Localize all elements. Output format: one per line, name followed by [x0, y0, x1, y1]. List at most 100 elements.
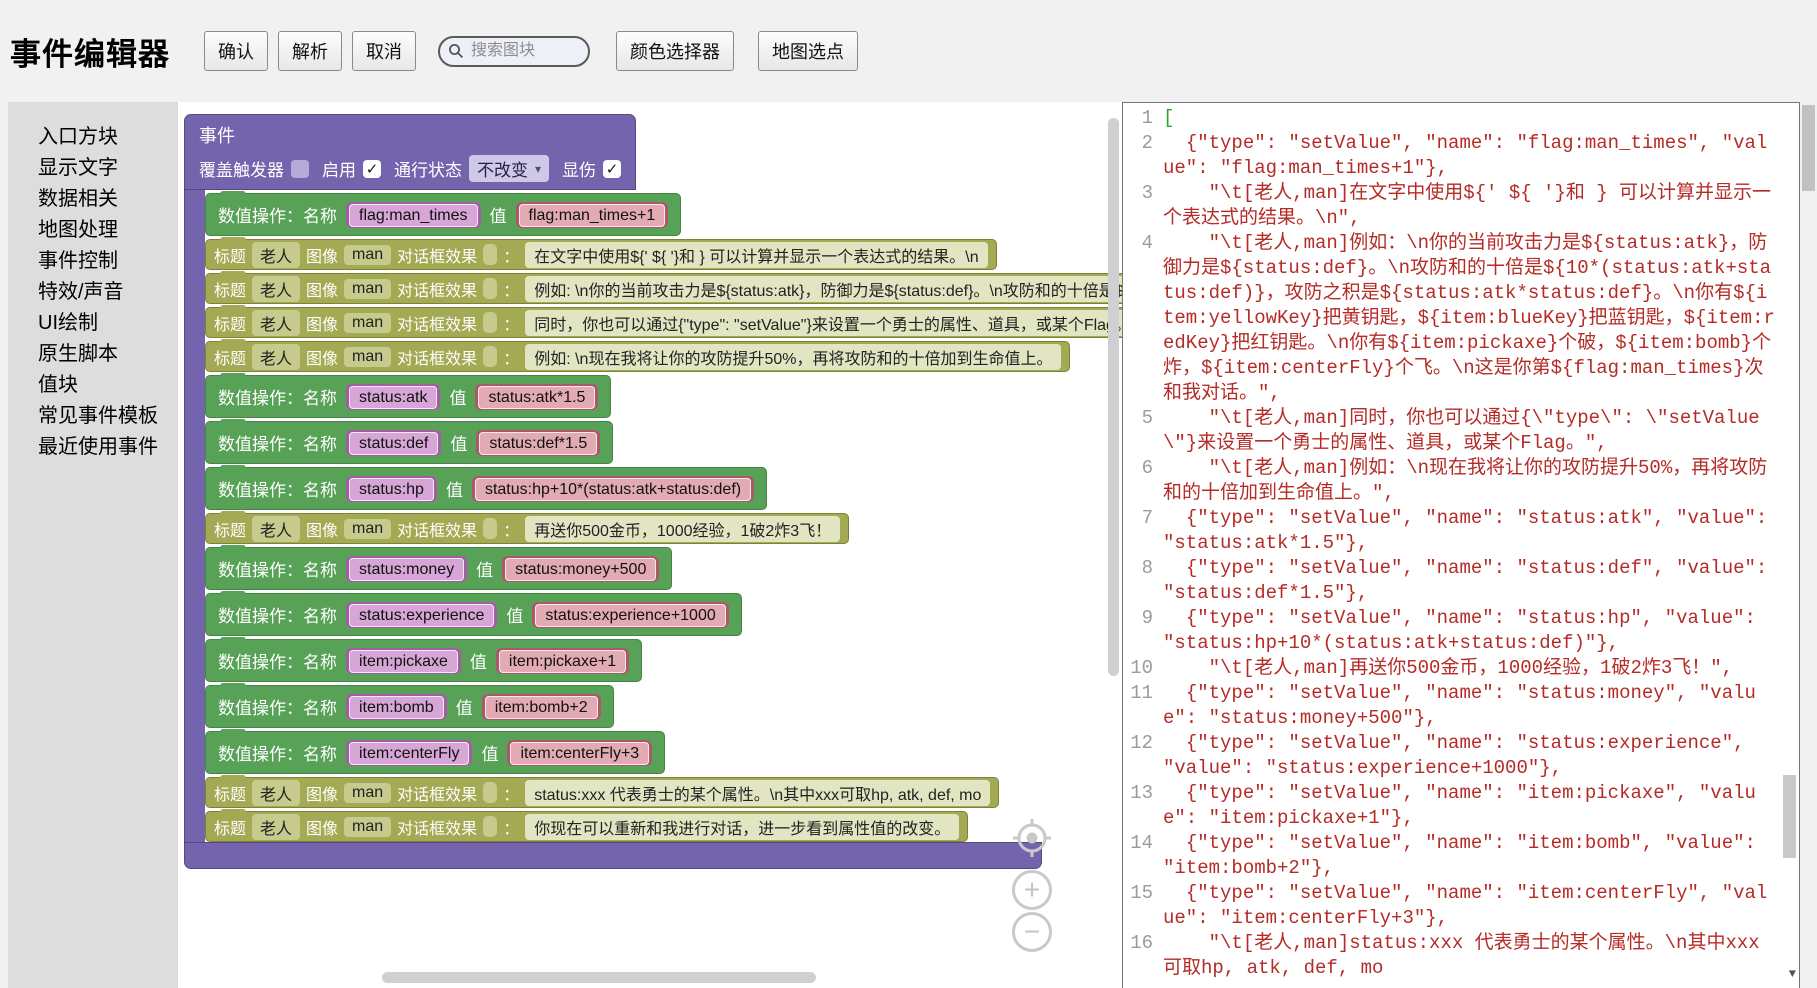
sidebar-item-10[interactable]: 常见事件模板: [8, 401, 178, 432]
setvalue-block[interactable]: 数值操作：名称item:bomb值item:bomb+2: [205, 685, 614, 728]
code-text[interactable]: {"type": "setValue", "name": "item:picka…: [1163, 781, 1799, 831]
value-slot-value[interactable]: flag:man_times+1: [519, 204, 666, 227]
unchecked-checkbox[interactable]: [291, 160, 309, 178]
sidebar-item-4[interactable]: 地图处理: [8, 215, 178, 246]
name-slot[interactable]: item:centerFly: [346, 740, 472, 766]
value-slot[interactable]: item:pickaxe+1: [496, 648, 629, 674]
image-field[interactable]: man: [344, 347, 391, 367]
checked-checkbox[interactable]: ✓: [363, 160, 381, 178]
speaker-field[interactable]: 老人: [252, 814, 300, 840]
dialog-effect-slot[interactable]: [483, 244, 497, 265]
dialog-title-block[interactable]: 标题老人图像man对话框效果：再送你500金币，1000经验，1破2炸3飞！: [205, 513, 849, 544]
speaker-field[interactable]: 老人: [252, 780, 300, 806]
map-pick-button[interactable]: 地图选点: [758, 31, 858, 71]
dialog-effect-slot[interactable]: [483, 816, 497, 837]
code-text[interactable]: [: [1163, 106, 1799, 131]
dialog-title-block[interactable]: 标题老人图像man对话框效果：同时，你也可以通过{"type": "setVal…: [205, 307, 1122, 338]
code-text[interactable]: {"type": "setValue", "name": "status:hp"…: [1163, 606, 1799, 656]
code-text[interactable]: {"type": "setValue", "name": "status:mon…: [1163, 681, 1799, 731]
code-text[interactable]: {"type": "setValue", "name": "item:bomb"…: [1163, 831, 1799, 881]
dialog-text-field[interactable]: 例如: \n现在我将让你的攻防提升50%，再将攻防和的十倍加到生命值上。: [525, 344, 1061, 370]
code-text[interactable]: "\t[老人,man]例如：\n你的当前攻击力是${status:atk}，防御…: [1163, 231, 1799, 406]
passability-dropdown[interactable]: 不改变▾: [469, 155, 549, 182]
setvalue-block[interactable]: 数值操作：名称status:money值status:money+500: [205, 547, 672, 590]
name-slot-value[interactable]: status:atk: [349, 386, 437, 409]
name-slot-value[interactable]: item:centerFly: [349, 742, 469, 765]
code-text[interactable]: "\t[老人,man]同时，你也可以通过{\"type\": \"setValu…: [1163, 406, 1799, 456]
value-slot[interactable]: status:experience+1000: [532, 602, 728, 628]
image-field[interactable]: man: [344, 783, 391, 803]
name-slot-value[interactable]: item:pickaxe: [349, 650, 458, 673]
dialog-effect-slot[interactable]: [483, 782, 497, 803]
value-slot[interactable]: item:bomb+2: [482, 694, 601, 720]
value-slot[interactable]: status:def*1.5: [476, 430, 600, 456]
dialog-effect-slot[interactable]: [483, 312, 497, 333]
speaker-field[interactable]: 老人: [252, 276, 300, 302]
value-slot-value[interactable]: status:def*1.5: [479, 432, 597, 455]
name-slot[interactable]: status:def: [346, 430, 441, 456]
window-scrollbar-thumb[interactable]: [1802, 105, 1815, 191]
sidebar-item-3[interactable]: 数据相关: [8, 184, 178, 215]
name-slot-value[interactable]: status:hp: [349, 478, 434, 501]
name-slot-value[interactable]: status:money: [349, 558, 464, 581]
name-slot[interactable]: flag:man_times: [346, 202, 481, 228]
value-slot[interactable]: status:atk*1.5: [475, 384, 598, 410]
workspace-vertical-scrollbar[interactable]: [1108, 118, 1119, 676]
search-box[interactable]: [438, 36, 590, 67]
name-slot-value[interactable]: status:def: [349, 432, 438, 455]
name-slot[interactable]: item:bomb: [346, 694, 447, 720]
confirm-button[interactable]: 确认: [204, 31, 268, 71]
sidebar-item-7[interactable]: UI绘制: [8, 308, 178, 339]
dialog-effect-slot[interactable]: [483, 278, 497, 299]
code-text[interactable]: "\t[老人,man]status:xxx 代表勇士的某个属性。\n其中xxx可…: [1163, 931, 1799, 981]
value-slot-value[interactable]: status:atk*1.5: [478, 386, 595, 409]
value-slot[interactable]: flag:man_times+1: [516, 202, 669, 228]
parse-button[interactable]: 解析: [278, 31, 342, 71]
sidebar-item-9[interactable]: 值块: [8, 370, 178, 401]
dialog-text-field[interactable]: status:xxx 代表勇士的某个属性。\n其中xxx可取hp, atk, d…: [525, 780, 990, 806]
code-text[interactable]: {"type": "setValue", "name": "status:atk…: [1163, 506, 1799, 556]
name-slot[interactable]: status:money: [346, 556, 467, 582]
image-field[interactable]: man: [344, 519, 391, 539]
sidebar-item-8[interactable]: 原生脚本: [8, 339, 178, 370]
value-slot-value[interactable]: status:money+500: [505, 558, 656, 581]
workspace-horizontal-scrollbar[interactable]: [382, 972, 816, 983]
code-text[interactable]: {"type": "setValue", "name": "status:def…: [1163, 556, 1799, 606]
zoom-out-button[interactable]: −: [1012, 912, 1052, 952]
setvalue-block[interactable]: 数值操作：名称status:atk值status:atk*1.5: [205, 375, 611, 418]
dialog-title-block[interactable]: 标题老人图像man对话框效果：例如: \n现在我将让你的攻防提升50%，再将攻防…: [205, 341, 1070, 372]
image-field[interactable]: man: [344, 245, 391, 265]
scroll-down-arrow-icon[interactable]: ▼: [1789, 962, 1796, 987]
sidebar-item-1[interactable]: 入口方块: [8, 122, 178, 153]
event-block[interactable]: 事件 覆盖触发器启用✓通行状态不改变▾显伤✓ 数值操作：名称flag:man_t…: [184, 114, 1122, 869]
dialog-effect-slot[interactable]: [483, 346, 497, 367]
code-scrollbar-thumb[interactable]: [1783, 775, 1796, 858]
dialog-text-field[interactable]: 在文字中使用${' ${ '}和 } 可以计算并显示一个表达式的结果。\n: [525, 242, 987, 268]
code-text[interactable]: "\t[老人,man]例如：\n现在我将让你的攻防提升50%，再将攻防和的十倍加…: [1163, 456, 1799, 506]
value-slot-value[interactable]: status:experience+1000: [535, 604, 725, 627]
speaker-field[interactable]: 老人: [252, 310, 300, 336]
dialog-effect-slot[interactable]: [483, 518, 497, 539]
setvalue-block[interactable]: 数值操作：名称item:pickaxe值item:pickaxe+1: [205, 639, 642, 682]
name-slot-value[interactable]: flag:man_times: [349, 204, 478, 227]
search-input[interactable]: [469, 41, 579, 61]
checked-checkbox[interactable]: ✓: [603, 160, 621, 178]
event-block-header[interactable]: 事件 覆盖触发器启用✓通行状态不改变▾显伤✓: [184, 114, 636, 190]
dialog-title-block[interactable]: 标题老人图像man对话框效果：status:xxx 代表勇士的某个属性。\n其中…: [205, 777, 999, 808]
value-slot[interactable]: status:money+500: [502, 556, 659, 582]
dialog-title-block[interactable]: 标题老人图像man对话框效果：你现在可以重新和我进行对话，进一步看到属性值的改变…: [205, 811, 968, 842]
setvalue-block[interactable]: 数值操作：名称status:experience值status:experien…: [205, 593, 742, 636]
event-json-editor[interactable]: ▼ 1[2 {"type": "setValue", "name": "flag…: [1122, 102, 1800, 988]
name-slot[interactable]: status:atk: [346, 384, 440, 410]
code-text[interactable]: {"type": "setValue", "name": "flag:man_t…: [1163, 131, 1799, 181]
sidebar-item-6[interactable]: 特效/声音: [8, 277, 178, 308]
dialog-title-block[interactable]: 标题老人图像man对话框效果：例如: \n你的当前攻击力是${status:at…: [205, 273, 1122, 304]
setvalue-block[interactable]: 数值操作：名称item:centerFly值item:centerFly+3: [205, 731, 665, 774]
name-slot-value[interactable]: status:experience: [349, 604, 494, 627]
setvalue-block[interactable]: 数值操作：名称status:def值status:def*1.5: [205, 421, 613, 464]
sidebar-item-5[interactable]: 事件控制: [8, 246, 178, 277]
image-field[interactable]: man: [344, 817, 391, 837]
value-slot[interactable]: status:hp+10*(status:atk+status:def): [472, 476, 754, 502]
code-text[interactable]: "\t[老人,man]在文字中使用${' ${ '}和 } 可以计算并显示一个表…: [1163, 181, 1799, 231]
code-text[interactable]: {"type": "setValue", "name": "item:cente…: [1163, 881, 1799, 931]
